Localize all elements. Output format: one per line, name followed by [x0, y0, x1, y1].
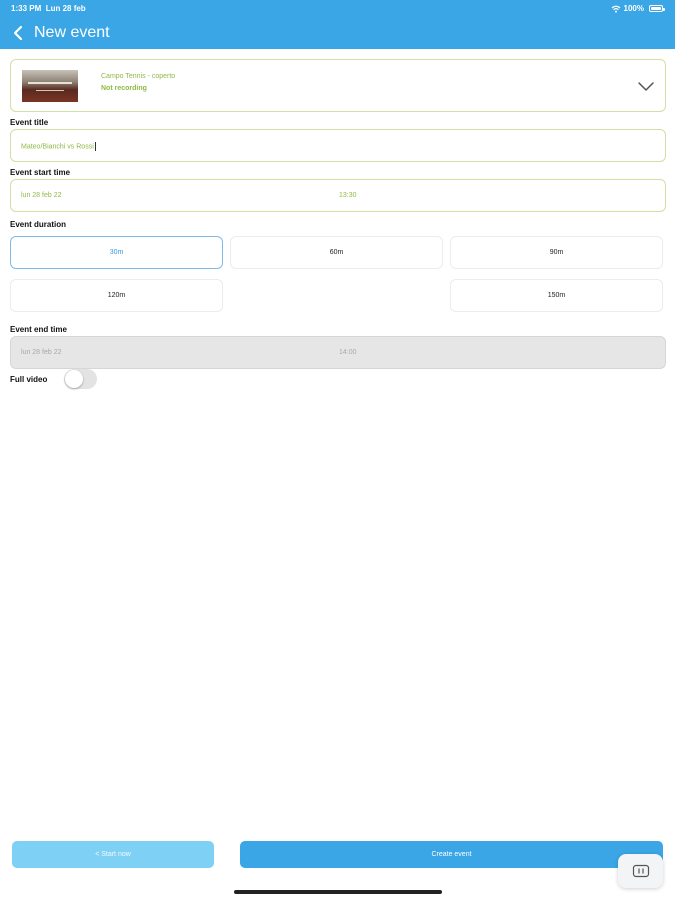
full-video-label: Full video	[10, 375, 48, 384]
home-indicator	[234, 890, 442, 894]
back-button[interactable]	[9, 22, 29, 44]
toggle-knob	[65, 370, 83, 388]
start-now-button[interactable]: < Start now	[12, 841, 214, 868]
event-title-label: Event title	[10, 118, 49, 127]
duration-60m-button[interactable]: 60m	[230, 236, 443, 269]
page-title: New event	[34, 24, 110, 41]
event-title-value: Mateo/Bianchi vs Rossi	[21, 142, 96, 151]
app-header: 1:33 PM Lun 28 feb 100% New event	[0, 0, 675, 49]
battery-icon	[649, 5, 665, 12]
status-icons: 100%	[611, 4, 665, 13]
chevron-left-icon	[13, 25, 23, 41]
end-time-label: Event end time	[10, 325, 67, 334]
text-caret	[94, 142, 96, 151]
duration-label: Event duration	[10, 220, 67, 229]
duration-120m-button[interactable]: 120m	[10, 279, 223, 312]
status-time: 1:33 PM Lun 28 feb	[11, 4, 86, 13]
end-hour-value: 14:00	[339, 349, 357, 356]
camera-name: Campo Tennis - coperto	[101, 73, 176, 80]
keyboard-icon	[632, 864, 649, 878]
event-title-input[interactable]: Mateo/Bianchi vs Rossi	[10, 129, 666, 162]
start-hour-value: 13:30	[339, 192, 357, 199]
duration-90m-button[interactable]: 90m	[450, 236, 663, 269]
start-date-value: lun 28 feb 22	[21, 192, 62, 199]
full-video-toggle[interactable]	[64, 369, 97, 389]
end-time-field: lun 28 feb 22 14:00	[10, 336, 666, 369]
keyboard-toggle-button[interactable]	[618, 854, 663, 888]
create-event-button[interactable]: Create event	[240, 841, 663, 868]
chevron-down-icon	[638, 82, 654, 91]
duration-30m-button[interactable]: 30m	[10, 236, 223, 269]
start-time-picker[interactable]: lun 28 feb 22 13:30	[10, 179, 666, 212]
end-date-value: lun 28 feb 22	[21, 349, 62, 356]
wifi-icon	[611, 5, 620, 13]
camera-selector[interactable]: Campo Tennis - coperto Not recording	[10, 59, 666, 112]
start-time-label: Event start time	[10, 168, 71, 177]
camera-status: Not recording	[101, 85, 147, 92]
battery-percent: 100%	[623, 4, 644, 13]
duration-150m-button[interactable]: 150m	[450, 279, 663, 312]
camera-thumbnail	[22, 70, 78, 102]
